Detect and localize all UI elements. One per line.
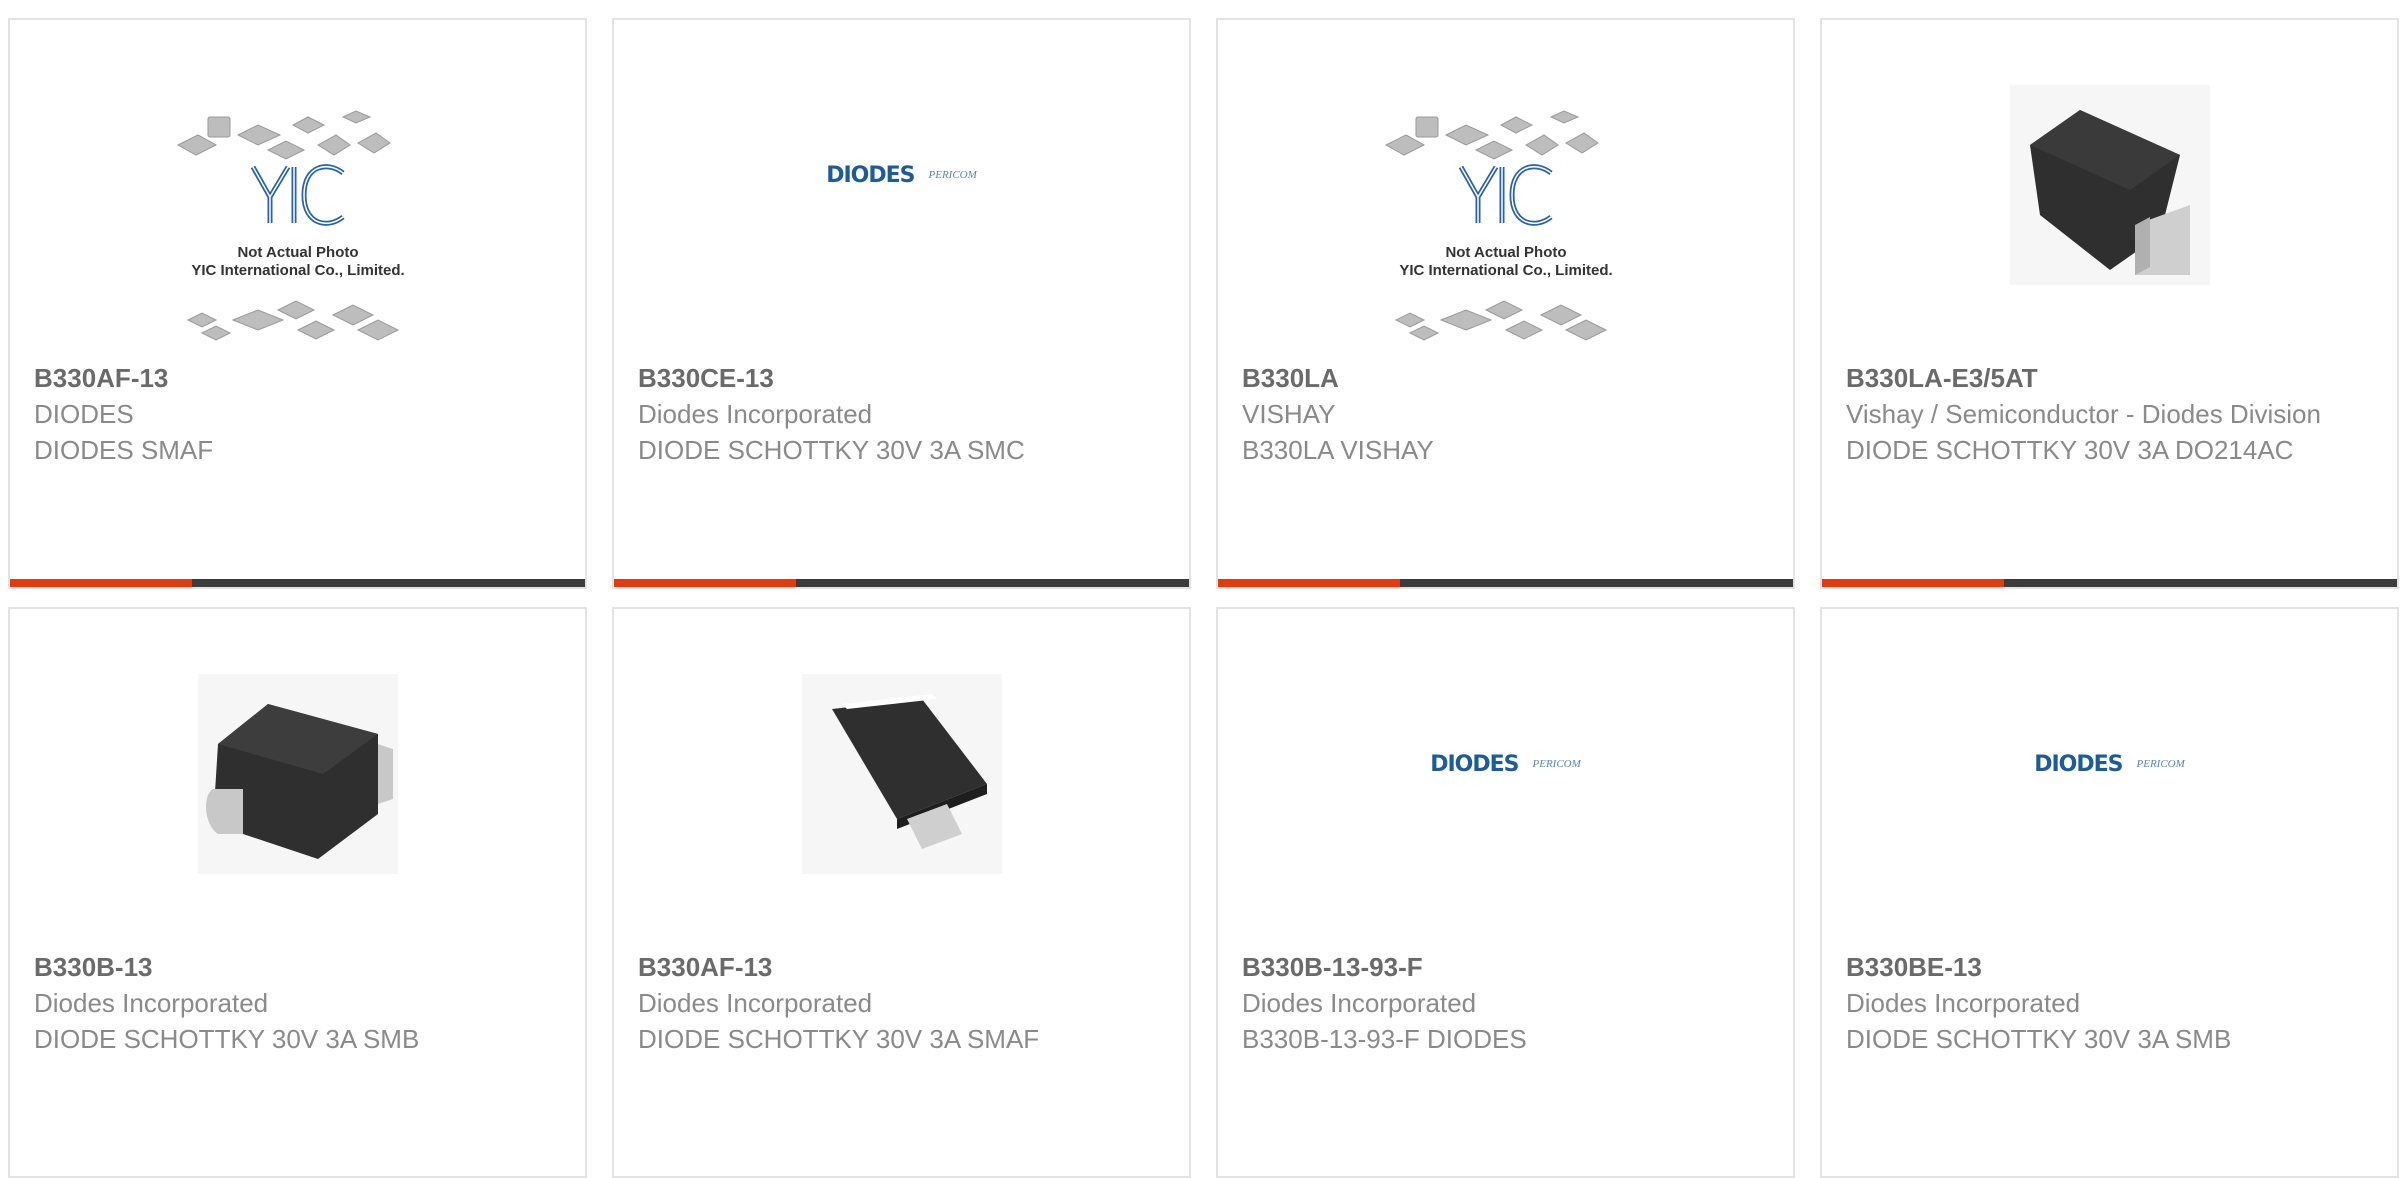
description: DIODE SCHOTTKY 30V 3A SMAF: [638, 1024, 1040, 1054]
component-photo: [2009, 85, 2210, 285]
card-bottom-bar: [10, 579, 585, 587]
description: B330LA VISHAY: [1242, 435, 1434, 465]
product-image[interactable]: [614, 674, 1189, 959]
diodes-logo: DIODES PERICOM: [1430, 752, 1581, 777]
product-image[interactable]: DIODES PERICOM: [1218, 679, 1793, 959]
logo-brand-text: DIODES: [1430, 751, 1519, 777]
card-accent: [10, 579, 192, 587]
product-card[interactable]: Not Actual Photo YIC International Co., …: [8, 18, 587, 589]
card-bottom-bar: [1218, 579, 1793, 587]
description: B330B-13-93-F DIODES: [1242, 1024, 1527, 1054]
product-info: B330AF-13 Diodes Incorporated DIODE SCHO…: [638, 949, 1165, 1057]
product-image[interactable]: DIODES PERICOM: [1822, 679, 2397, 959]
manufacturer: Diodes Incorporated: [638, 988, 873, 1018]
product-info: B330AF-13 DIODES DIODES SMAF: [34, 360, 561, 468]
card-bottom-bar: [614, 579, 1189, 587]
product-image[interactable]: [10, 674, 585, 959]
product-card[interactable]: B330LA-E3/5AT Vishay / Semiconductor - D…: [1820, 18, 2399, 589]
part-number[interactable]: B330LA-E3/5AT: [1846, 360, 2373, 396]
logo-brand-text: DIODES: [2034, 751, 2123, 777]
description: DIODE SCHOTTKY 30V 3A SMB: [34, 1024, 420, 1054]
product-info: B330LA VISHAY B330LA VISHAY: [1242, 360, 1769, 468]
product-card[interactable]: B330B-13 Diodes Incorporated DIODE SCHOT…: [8, 607, 587, 1178]
product-info: B330BE-13 Diodes Incorporated DIODE SCHO…: [1846, 949, 2373, 1057]
product-info: B330CE-13 Diodes Incorporated DIODE SCHO…: [638, 360, 1165, 468]
part-number[interactable]: B330AF-13: [34, 360, 561, 396]
part-number[interactable]: B330B-13-93-F: [1242, 949, 1769, 985]
logo-brand-text: DIODES: [826, 162, 915, 188]
manufacturer: Diodes Incorporated: [1846, 988, 2081, 1018]
image-caption: YIC International Co., Limited.: [191, 262, 404, 279]
part-number[interactable]: B330BE-13: [1846, 949, 2373, 985]
yic-placeholder-image: Not Actual Photo YIC International Co., …: [176, 110, 404, 341]
description: DIODES SMAF: [34, 435, 214, 465]
part-number[interactable]: B330B-13: [34, 949, 561, 985]
component-photo: [197, 674, 398, 874]
product-image[interactable]: Not Actual Photo YIC International Co., …: [1218, 90, 1793, 370]
product-grid: Not Actual Photo YIC International Co., …: [8, 18, 2399, 1178]
diodes-logo: DIODES PERICOM: [826, 163, 977, 188]
logo-sub-text: PERICOM: [1532, 758, 1581, 770]
card-accent: [614, 579, 796, 587]
manufacturer: VISHAY: [1242, 399, 1336, 429]
product-card[interactable]: Not Actual Photo YIC International Co., …: [1216, 18, 1795, 589]
description: DIODE SCHOTTKY 30V 3A SMC: [638, 435, 1025, 465]
card-accent: [1822, 579, 2004, 587]
product-card[interactable]: DIODES PERICOM B330B-13-93-F Diodes Inco…: [1216, 607, 1795, 1178]
image-caption: YIC International Co., Limited.: [1399, 262, 1612, 279]
product-card[interactable]: DIODES PERICOM B330BE-13 Diodes Incorpor…: [1820, 607, 2399, 1178]
image-caption: Not Actual Photo: [1445, 244, 1566, 261]
product-info: B330B-13 Diodes Incorporated DIODE SCHOT…: [34, 949, 561, 1057]
manufacturer: Diodes Incorporated: [638, 399, 873, 429]
logo-sub-text: PERICOM: [2136, 758, 2185, 770]
description: DIODE SCHOTTKY 30V 3A SMB: [1846, 1024, 2232, 1054]
product-card[interactable]: DIODES PERICOM B330CE-13 Diodes Incorpor…: [612, 18, 1191, 589]
yic-placeholder-image: Not Actual Photo YIC International Co., …: [1384, 110, 1612, 341]
diodes-logo: DIODES PERICOM: [2034, 752, 2185, 777]
part-number[interactable]: B330LA: [1242, 360, 1769, 396]
product-card[interactable]: B330AF-13 Diodes Incorporated DIODE SCHO…: [612, 607, 1191, 1178]
component-photo: [801, 674, 1002, 874]
card-accent: [1218, 579, 1400, 587]
product-info: B330LA-E3/5AT Vishay / Semiconductor - D…: [1846, 360, 2373, 468]
image-caption: Not Actual Photo: [237, 244, 358, 261]
product-image[interactable]: Not Actual Photo YIC International Co., …: [10, 90, 585, 370]
product-image[interactable]: [1822, 85, 2397, 370]
manufacturer: Diodes Incorporated: [1242, 988, 1477, 1018]
product-image[interactable]: DIODES PERICOM: [614, 90, 1189, 370]
card-bottom-bar: [1822, 579, 2397, 587]
product-info: B330B-13-93-F Diodes Incorporated B330B-…: [1242, 949, 1769, 1057]
manufacturer: DIODES: [34, 399, 134, 429]
description: DIODE SCHOTTKY 30V 3A DO214AC: [1846, 435, 2294, 465]
part-number[interactable]: B330AF-13: [638, 949, 1165, 985]
part-number[interactable]: B330CE-13: [638, 360, 1165, 396]
manufacturer: Vishay / Semiconductor - Diodes Division: [1846, 399, 2321, 429]
logo-sub-text: PERICOM: [928, 169, 977, 181]
manufacturer: Diodes Incorporated: [34, 988, 269, 1018]
